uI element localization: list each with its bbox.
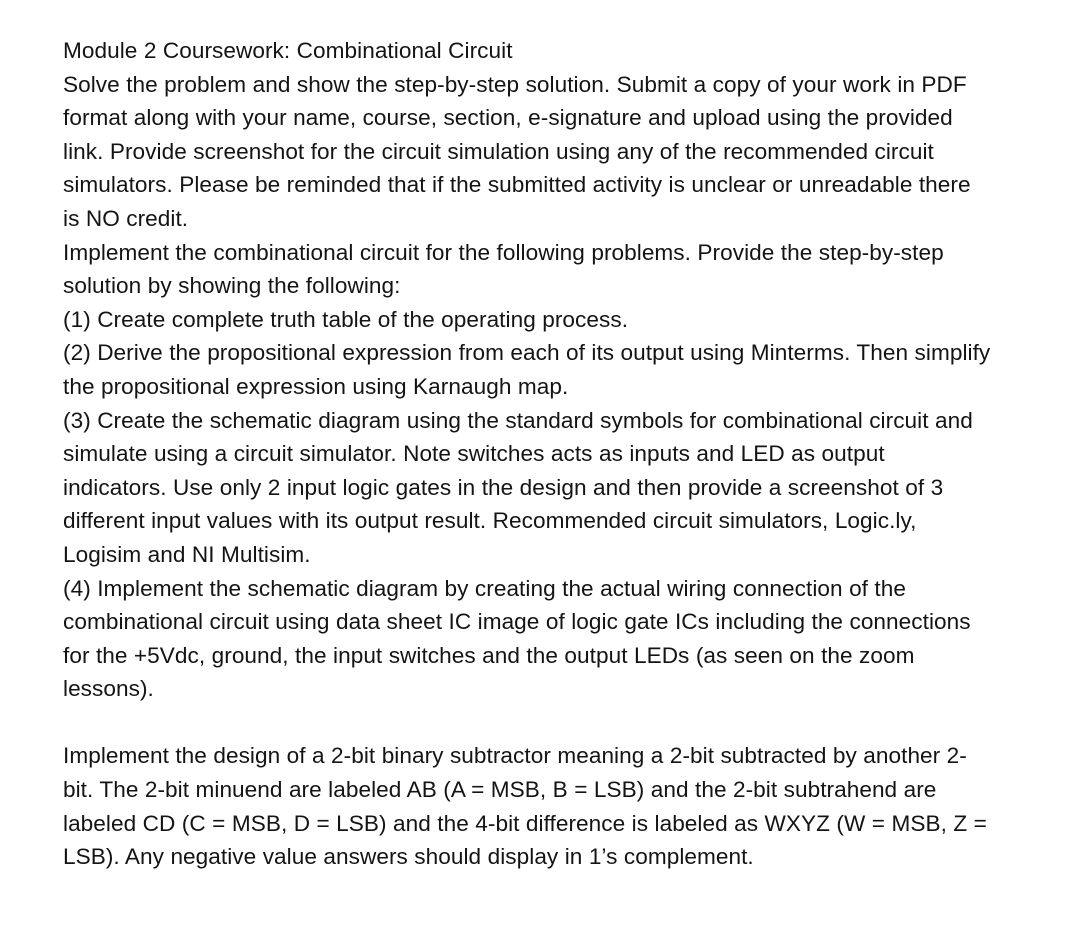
- document-page: Module 2 Coursework: Combinational Circu…: [0, 0, 1080, 944]
- document-text-body: Module 2 Coursework: Combinational Circu…: [63, 34, 991, 874]
- paragraph-instructions: Module 2 Coursework: Combinational Circu…: [63, 38, 991, 702]
- paragraph-problem-statement: Implement the design of a 2-bit binary s…: [63, 743, 994, 870]
